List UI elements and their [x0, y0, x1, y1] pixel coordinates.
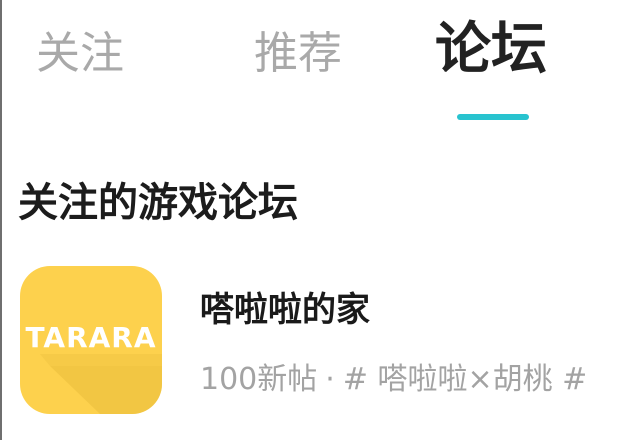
- game-logo-text: TARARA: [25, 321, 157, 354]
- forum-meta: 100新帖 · # 嗒啦啦×胡桃 #: [200, 358, 587, 402]
- section-title: 关注的游戏论坛: [18, 180, 298, 226]
- tab-forum[interactable]: 论坛: [435, 18, 547, 82]
- meta-separator: ·: [325, 362, 335, 397]
- tab-recommend[interactable]: 推荐: [254, 22, 342, 86]
- game-icon: TARARA: [20, 266, 162, 414]
- forum-name: 嗒啦啦的家: [200, 290, 370, 330]
- forum-tag[interactable]: # 嗒啦啦×胡桃 #: [343, 362, 587, 397]
- tab-follow[interactable]: 关注: [36, 22, 124, 86]
- top-tab-bar: 关注 推荐 论坛: [0, 0, 638, 130]
- forum-list-item[interactable]: TARARA 嗒啦啦的家 100新帖 · # 嗒啦啦×胡桃 #: [0, 262, 638, 432]
- new-post-count: 100新帖: [200, 362, 318, 397]
- active-tab-indicator: [457, 114, 529, 120]
